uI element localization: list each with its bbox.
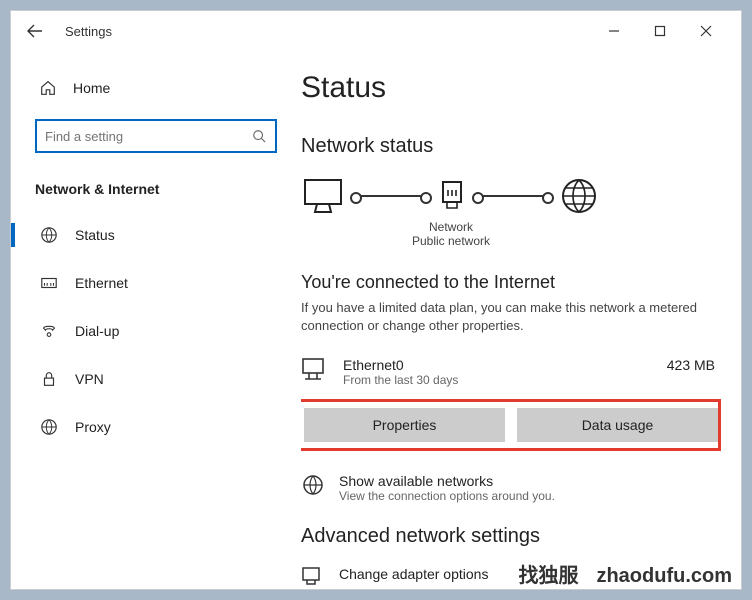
network-diagram (301, 176, 715, 216)
minimize-button[interactable] (591, 15, 637, 47)
sidebar-item-label: Status (75, 227, 115, 243)
change-adapter-label: Change adapter options (339, 566, 488, 582)
sidebar-item-status[interactable]: Status (35, 213, 277, 257)
search-box[interactable] (35, 119, 277, 153)
minimize-icon (608, 25, 620, 37)
maximize-icon (654, 25, 666, 37)
titlebar: Settings (11, 11, 741, 51)
vpn-icon (39, 369, 59, 389)
main-content: Status Network status Network Public net… (301, 51, 741, 589)
home-label: Home (73, 80, 110, 96)
dialup-icon (39, 321, 59, 341)
connected-desc: If you have a limited data plan, you can… (301, 299, 715, 335)
adapter-usage: 423 MB (667, 357, 715, 373)
ethernet-adapter-icon (301, 357, 329, 383)
sidebar-item-dialup[interactable]: Dial-up (35, 309, 277, 353)
advanced-heading: Advanced network settings (301, 525, 715, 548)
sidebar-item-proxy[interactable]: Proxy (35, 405, 277, 449)
properties-button[interactable]: Properties (304, 408, 505, 442)
close-icon (700, 25, 712, 37)
back-button[interactable] (23, 19, 47, 43)
show-networks-title: Show available networks (339, 473, 555, 489)
sidebar-item-vpn[interactable]: VPN (35, 357, 277, 401)
sidebar: Home Network & Internet Status Ether (11, 51, 301, 589)
computer-icon (301, 176, 345, 216)
connected-heading: You're connected to the Internet (301, 272, 715, 293)
connection-line (477, 195, 549, 197)
search-input[interactable] (37, 129, 243, 144)
search-icon (243, 129, 275, 143)
sidebar-item-label: Dial-up (75, 323, 119, 339)
maximize-button[interactable] (637, 15, 683, 47)
router-icon (437, 176, 467, 216)
watermark: 找独服 zhaodufu.com (518, 559, 732, 588)
properties-highlight: Properties Data usage (301, 399, 721, 451)
data-usage-button[interactable]: Data usage (517, 408, 718, 442)
home-link[interactable]: Home (35, 69, 277, 107)
sidebar-item-label: VPN (75, 371, 104, 387)
adapter-sub: From the last 30 days (343, 373, 653, 387)
ethernet-icon (39, 273, 59, 293)
sidebar-item-label: Ethernet (75, 275, 128, 291)
sidebar-category-header: Network & Internet (35, 175, 277, 209)
status-icon (39, 225, 59, 245)
sidebar-item-ethernet[interactable]: Ethernet (35, 261, 277, 305)
close-button[interactable] (683, 15, 729, 47)
globe-icon (559, 176, 599, 216)
show-networks-link[interactable]: Show available networks View the connect… (301, 473, 715, 503)
page-title: Status (301, 71, 715, 105)
home-icon (39, 79, 57, 97)
sidebar-item-label: Proxy (75, 419, 111, 435)
arrow-left-icon (27, 23, 43, 39)
diagram-caption: Network Public network (411, 220, 491, 248)
connection-line (355, 195, 427, 197)
adapter-options-icon (301, 566, 325, 588)
adapter-name: Ethernet0 (343, 357, 653, 373)
adapter-row: Ethernet0 From the last 30 days 423 MB (301, 357, 715, 387)
window-title: Settings (65, 24, 112, 39)
globe-icon (301, 473, 325, 497)
proxy-icon (39, 417, 59, 437)
network-status-heading: Network status (301, 135, 715, 158)
show-networks-sub: View the connection options around you. (339, 489, 555, 503)
settings-window: Settings Home (10, 10, 742, 590)
